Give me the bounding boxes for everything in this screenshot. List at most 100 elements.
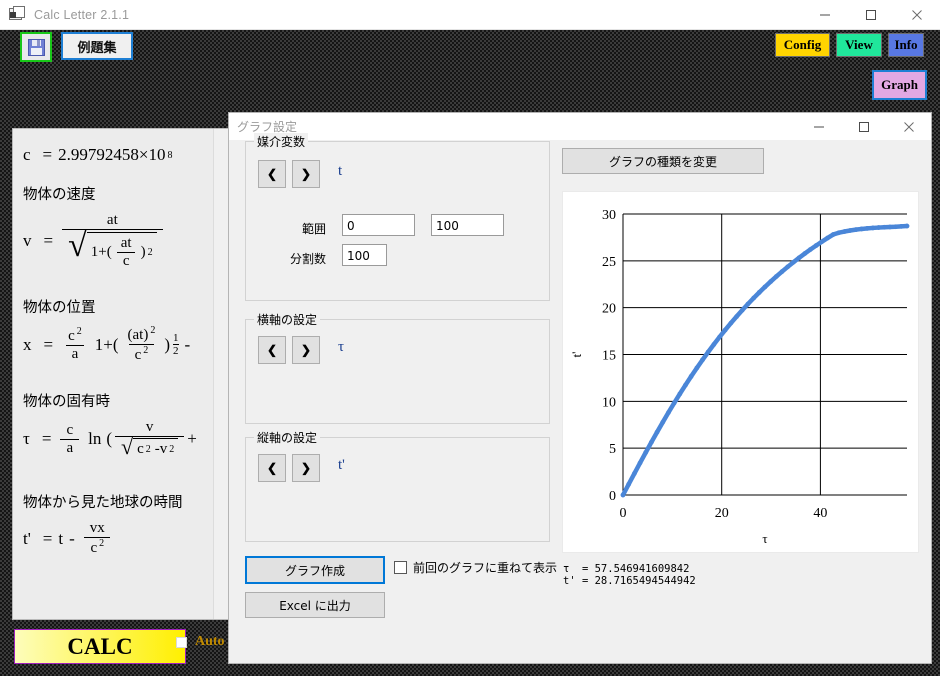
c-token-3: c xyxy=(137,441,144,457)
close-paren: ) xyxy=(140,244,146,260)
data-point xyxy=(796,255,802,261)
data-point xyxy=(649,439,654,445)
auto-checkbox[interactable] xyxy=(176,636,187,648)
excel-export-button[interactable]: Excel に出力 xyxy=(245,592,385,618)
equals-sign: = xyxy=(43,231,54,250)
view-button[interactable]: View xyxy=(836,33,882,57)
data-point xyxy=(654,429,660,435)
data-point xyxy=(842,229,847,234)
parameter-next-button[interactable]: ❯ xyxy=(292,160,320,188)
y-axis-title: t' xyxy=(569,352,584,358)
data-point xyxy=(836,230,842,236)
xaxis-group-legend: 横軸の設定 xyxy=(254,311,321,328)
formula-scrollbar[interactable] xyxy=(213,129,229,619)
save-button[interactable] xyxy=(20,32,52,62)
data-point xyxy=(666,410,671,415)
info-button[interactable]: Info xyxy=(888,33,924,57)
data-point xyxy=(785,264,791,270)
propertime-fraction: c a xyxy=(60,422,80,457)
data-point xyxy=(631,471,637,476)
make-graph-button[interactable]: グラフ作成 xyxy=(245,556,385,584)
divisions-label: 分割数 xyxy=(290,252,327,266)
data-point xyxy=(739,307,745,313)
auto-label: Auto xyxy=(195,634,225,649)
dialog-minimize-icon[interactable] xyxy=(796,113,841,141)
data-point xyxy=(751,295,757,301)
half-num: 1 xyxy=(173,332,179,344)
data-point xyxy=(791,259,796,265)
yaxis-group-legend: 縦軸の設定 xyxy=(254,429,321,446)
position-inner-den: c2 xyxy=(128,344,155,364)
yaxis-next-button[interactable]: ❯ xyxy=(292,454,320,482)
data-point xyxy=(643,450,649,455)
divisions-input[interactable]: 100 xyxy=(342,244,387,266)
velocity-denominator: √ 1+( at c ) 2 xyxy=(62,229,163,270)
exp-two: 2 xyxy=(147,247,153,258)
range-max-input[interactable]: 100 xyxy=(431,214,504,236)
calc-button[interactable]: CALC xyxy=(14,629,186,664)
close-icon[interactable] xyxy=(894,0,940,30)
xaxis-prev-button[interactable]: ❮ xyxy=(258,336,286,364)
inner-den: c xyxy=(116,252,136,270)
equals-sign-3: = xyxy=(41,429,52,448)
data-point xyxy=(745,301,751,307)
y-tick-label: 10 xyxy=(602,395,616,410)
data-point xyxy=(683,382,688,388)
constant-lhs: c xyxy=(23,145,31,164)
position-inner-fraction: (at) 2 c2 xyxy=(122,325,162,364)
position-minus: - xyxy=(184,334,191,354)
auto-checkbox-group[interactable]: Auto xyxy=(176,634,225,650)
formula-velocity: v = at √ 1+( at c) 2 xyxy=(23,212,215,270)
velocity-lhs: v xyxy=(23,231,32,250)
examples-button[interactable]: 例題集 xyxy=(61,32,133,60)
formula-propertime: τ = c a ln ( v √ c2 -v 2 + xyxy=(23,419,215,459)
x-axis-title: τ xyxy=(762,531,767,546)
propertime-inner-num: v xyxy=(145,419,154,435)
x-tick-label: 20 xyxy=(715,506,729,521)
overlay-checkbox-group[interactable]: 前回のグラフに重ねて表示 xyxy=(394,559,557,576)
minimize-icon[interactable] xyxy=(802,0,848,30)
position-num: c2 xyxy=(62,326,88,345)
data-point xyxy=(808,247,813,252)
sqrt-group: √ 1+( at c ) 2 xyxy=(68,229,157,270)
dialog-close-icon[interactable] xyxy=(886,113,931,141)
v-exp: 2 xyxy=(169,444,175,455)
result-values: τ = 57.546941609842 t' = 28.716549454494… xyxy=(563,563,696,587)
half-den: 2 xyxy=(173,344,179,357)
graph-button[interactable]: Graph xyxy=(872,70,927,100)
parameter-group: 媒介変数 ❮ ❯ t 範囲 0 100 分割数 100 xyxy=(245,133,550,301)
data-point xyxy=(762,284,768,290)
formula-title-velocity: 物体の速度 xyxy=(23,187,96,203)
range-min-input[interactable]: 0 xyxy=(342,214,415,236)
data-point xyxy=(864,225,870,231)
propertime-plus: + xyxy=(187,429,197,448)
yaxis-prev-button[interactable]: ❮ xyxy=(258,454,286,482)
y-tick-label: 20 xyxy=(602,302,616,317)
xaxis-next-button[interactable]: ❯ xyxy=(292,336,320,364)
dialog-maximize-icon[interactable] xyxy=(841,113,886,141)
data-point xyxy=(819,239,825,245)
c-token-4: c xyxy=(90,540,98,556)
maximize-icon[interactable] xyxy=(848,0,894,30)
config-button[interactable]: Config xyxy=(775,33,830,57)
propertime-den: a xyxy=(60,438,80,457)
data-point xyxy=(881,224,887,230)
ln-token: ln xyxy=(88,429,102,448)
app-root: Calc Letter 2.1.1 例題集 Config View Info G… xyxy=(0,0,940,676)
parameter-group-legend: 媒介変数 xyxy=(254,133,309,150)
y-tick-label: 0 xyxy=(609,489,616,504)
data-point xyxy=(688,373,694,379)
data-point xyxy=(768,279,774,284)
data-point xyxy=(887,224,893,230)
overlay-checkbox[interactable] xyxy=(394,561,407,574)
formula-earthtime: t' = t - vx c2 xyxy=(23,520,215,557)
one-plus-open: 1+( xyxy=(90,244,112,260)
earthtime-num: vx xyxy=(89,520,105,536)
position-fraction: c2 a xyxy=(62,326,88,363)
parameter-prev-button[interactable]: ❮ xyxy=(258,160,286,188)
change-graph-type-button[interactable]: グラフの種類を変更 xyxy=(562,148,764,174)
propertime-inner-fraction: v √ c2 -v 2 xyxy=(115,419,185,459)
c-exp: 2 xyxy=(76,326,82,337)
c-token: c xyxy=(68,328,75,344)
data-point xyxy=(756,289,762,295)
